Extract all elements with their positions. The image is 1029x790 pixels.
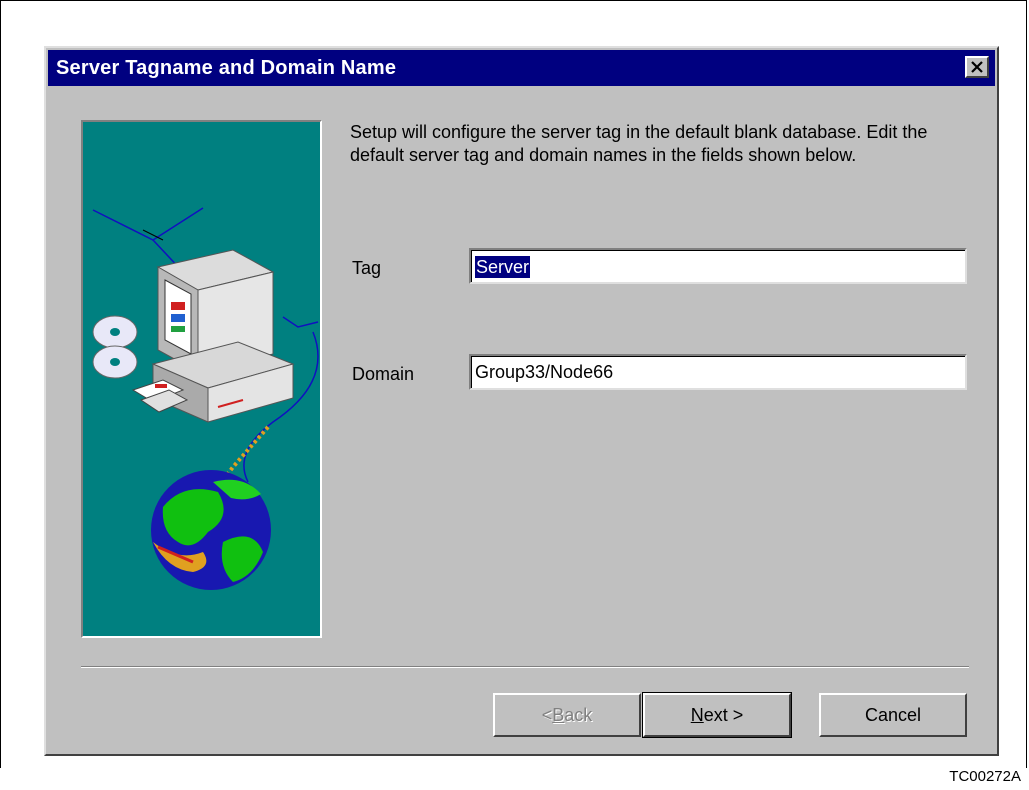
- figure-id: TC00272A: [949, 768, 1021, 785]
- back-button[interactable]: < Back: [493, 693, 641, 737]
- network-cable-icon: [92, 207, 204, 241]
- cancel-button[interactable]: Cancel: [819, 693, 967, 737]
- title-bar: Server Tagname and Domain Name: [48, 50, 995, 86]
- instructions-text: Setup will configure the server tag in t…: [350, 122, 928, 165]
- back-button-mnemonic: B: [552, 704, 565, 725]
- close-icon: [971, 61, 983, 73]
- setup-dialog: Server Tagname and Domain Name Setup wil…: [44, 46, 999, 756]
- globe-icon: [151, 470, 271, 590]
- tag-input[interactable]: Server: [469, 248, 967, 284]
- next-button-mnemonic: N: [690, 704, 704, 725]
- next-button[interactable]: Next >: [642, 692, 792, 738]
- cd-icon: [92, 315, 138, 379]
- back-button-rest: ack: [564, 704, 593, 725]
- button-separator: [81, 666, 969, 668]
- next-button-rest: ext >: [703, 704, 744, 725]
- close-button[interactable]: [965, 56, 989, 78]
- domain-label: Domain: [352, 364, 415, 384]
- dialog-title: Server Tagname and Domain Name: [56, 56, 397, 79]
- tag-label: Tag: [352, 258, 382, 278]
- back-button-prefix: <: [541, 704, 553, 725]
- tag-input-value: Server: [475, 256, 531, 278]
- setup-illustration: [81, 120, 322, 638]
- domain-input[interactable]: [469, 354, 967, 390]
